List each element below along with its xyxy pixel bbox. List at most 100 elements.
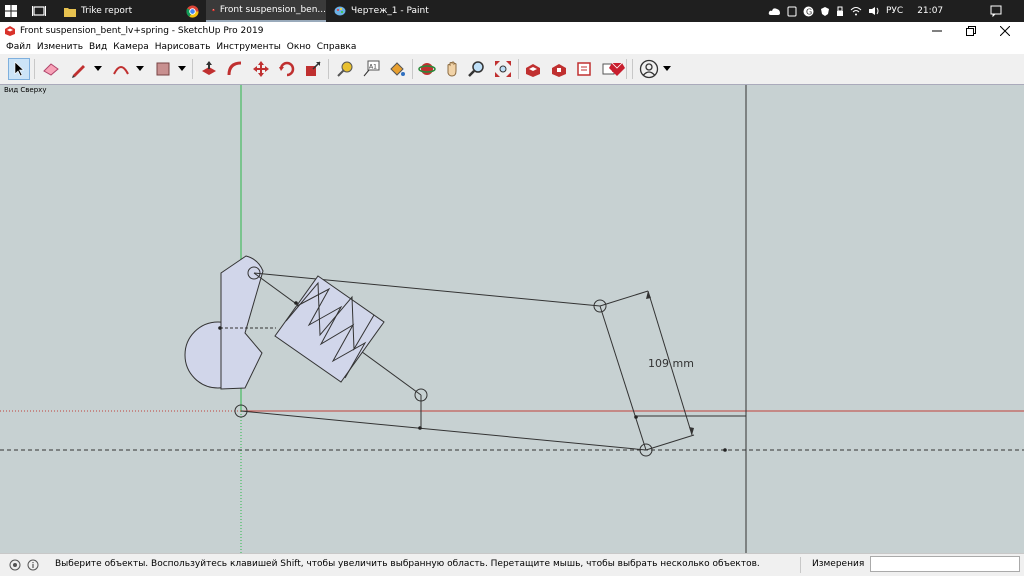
follow-me-icon [227, 61, 242, 76]
knuckle-plate[interactable] [220, 255, 264, 390]
zoom-icon [468, 61, 484, 77]
menu-window[interactable]: Окно [287, 42, 311, 52]
sketchup-icon [5, 26, 15, 36]
keyboard-language[interactable]: РУС [886, 6, 903, 16]
task-view-button[interactable] [32, 0, 54, 22]
warehouse-icon [526, 64, 540, 77]
layout-icon [577, 62, 591, 76]
eraser-tool-button[interactable] [40, 58, 62, 80]
text-tool-button[interactable]: A1 [360, 58, 382, 80]
ruby-console-button[interactable] [606, 58, 628, 80]
close-button[interactable] [988, 22, 1022, 40]
tape-measure-icon [337, 61, 353, 77]
user-account-icon [639, 59, 659, 79]
text-tool-icon: A1 [363, 60, 380, 77]
push-pull-icon [202, 61, 216, 75]
paint-bucket-icon [390, 62, 405, 76]
menu-help[interactable]: Справка [317, 42, 357, 52]
minimize-icon [932, 30, 942, 32]
orbit-icon [418, 63, 436, 75]
restore-icon [966, 26, 976, 36]
orbit-tool-button[interactable] [416, 58, 438, 80]
push-pull-tool-button[interactable] [198, 58, 220, 80]
zoom-tool-button[interactable] [466, 58, 488, 80]
measurements-label: Измерения [812, 559, 865, 569]
volume-icon[interactable] [868, 6, 880, 16]
follow-me-tool-button[interactable] [224, 58, 246, 80]
drawing-viewport[interactable]: Вид Сверху 109 mm [0, 84, 1024, 554]
move-icon [253, 61, 269, 77]
menu-view[interactable]: Вид [89, 42, 107, 52]
measurements-input[interactable] [870, 556, 1020, 572]
tape-measure-tool-button[interactable] [334, 58, 356, 80]
arc-icon [113, 66, 129, 75]
restore-button[interactable] [954, 22, 988, 40]
select-tool-button[interactable] [8, 58, 30, 80]
task-paint[interactable]: Чертеж_1 - Paint [328, 0, 448, 22]
ruby-icon [609, 62, 625, 76]
outer-upright[interactable] [599, 305, 647, 451]
menu-draw[interactable]: Нарисовать [155, 42, 211, 52]
svg-text:G: G [806, 7, 812, 16]
line-tool-button[interactable] [68, 58, 90, 80]
zoom-extents-tool-button[interactable] [492, 58, 514, 80]
svg-text:A1: A1 [369, 64, 377, 71]
task-sketchup[interactable]: Front suspension_ben... [206, 0, 326, 22]
pan-tool-button[interactable] [442, 58, 464, 80]
info-icon[interactable] [27, 559, 39, 571]
status-bar: Выберите объекты. Воспользуйтесь клавише… [0, 553, 1024, 576]
zoom-extents-icon [495, 61, 511, 77]
clock[interactable]: 21:07 [917, 6, 943, 16]
dimension-label[interactable]: 109 mm [648, 357, 694, 370]
task-label: Front suspension_ben... [219, 5, 326, 15]
close-icon [1000, 26, 1010, 36]
drawing-canvas[interactable]: 109 mm [0, 85, 1024, 554]
notification-icon [990, 5, 1002, 17]
usb-tray-icon[interactable] [836, 6, 844, 17]
scale-tool-button[interactable] [302, 58, 324, 80]
system-tray: G РУС 21:07 [768, 0, 943, 22]
status-hint: Выберите объекты. Воспользуйтесь клавише… [55, 559, 760, 569]
menu-edit[interactable]: Изменить [37, 42, 83, 52]
warehouse-tool-button[interactable] [522, 58, 544, 80]
guide-point [723, 448, 727, 452]
account-button[interactable] [638, 58, 660, 80]
task-trike-report[interactable]: Trike report [58, 0, 178, 22]
task-view-icon [32, 6, 46, 16]
onedrive-icon[interactable] [768, 7, 781, 16]
dimension-extension-top [599, 290, 649, 307]
eraser-icon [43, 63, 59, 76]
pencil-icon [72, 65, 85, 78]
extension-warehouse-button[interactable] [548, 58, 570, 80]
task-label: Чертеж_1 - Paint [351, 6, 429, 16]
menu-camera[interactable]: Камера [113, 42, 148, 52]
minimize-button[interactable] [920, 22, 954, 40]
windows-start-button[interactable] [4, 0, 26, 22]
paint-bucket-tool-button[interactable] [386, 58, 408, 80]
notifications-button[interactable] [990, 0, 1010, 22]
wifi-icon[interactable] [850, 6, 862, 16]
windows-logo-icon [5, 5, 17, 17]
move-tool-button[interactable] [250, 58, 272, 80]
paint-icon [334, 6, 346, 16]
extension-warehouse-icon [552, 64, 566, 77]
lower-arm[interactable] [240, 410, 647, 451]
line-tool-dropdown[interactable] [94, 66, 102, 71]
shape-tool-dropdown[interactable] [178, 66, 186, 71]
arc-tool-button[interactable] [110, 58, 132, 80]
scale-icon [306, 61, 321, 76]
select-arrow-icon [14, 61, 25, 77]
account-dropdown[interactable] [663, 66, 671, 71]
geolocation-icon[interactable] [9, 559, 21, 571]
task-label: Trike report [81, 6, 133, 16]
rotate-tool-button[interactable] [276, 58, 298, 80]
shape-tool-button[interactable] [152, 58, 174, 80]
menu-tools[interactable]: Инструменты [216, 42, 280, 52]
app-tray-icon[interactable] [787, 6, 797, 17]
google-tray-icon[interactable]: G [803, 6, 814, 17]
arc-tool-dropdown[interactable] [136, 66, 144, 71]
security-tray-icon[interactable] [820, 6, 830, 17]
task-chrome[interactable] [180, 0, 204, 22]
menu-file[interactable]: Файл [6, 42, 31, 52]
layout-send-button[interactable] [574, 58, 596, 80]
